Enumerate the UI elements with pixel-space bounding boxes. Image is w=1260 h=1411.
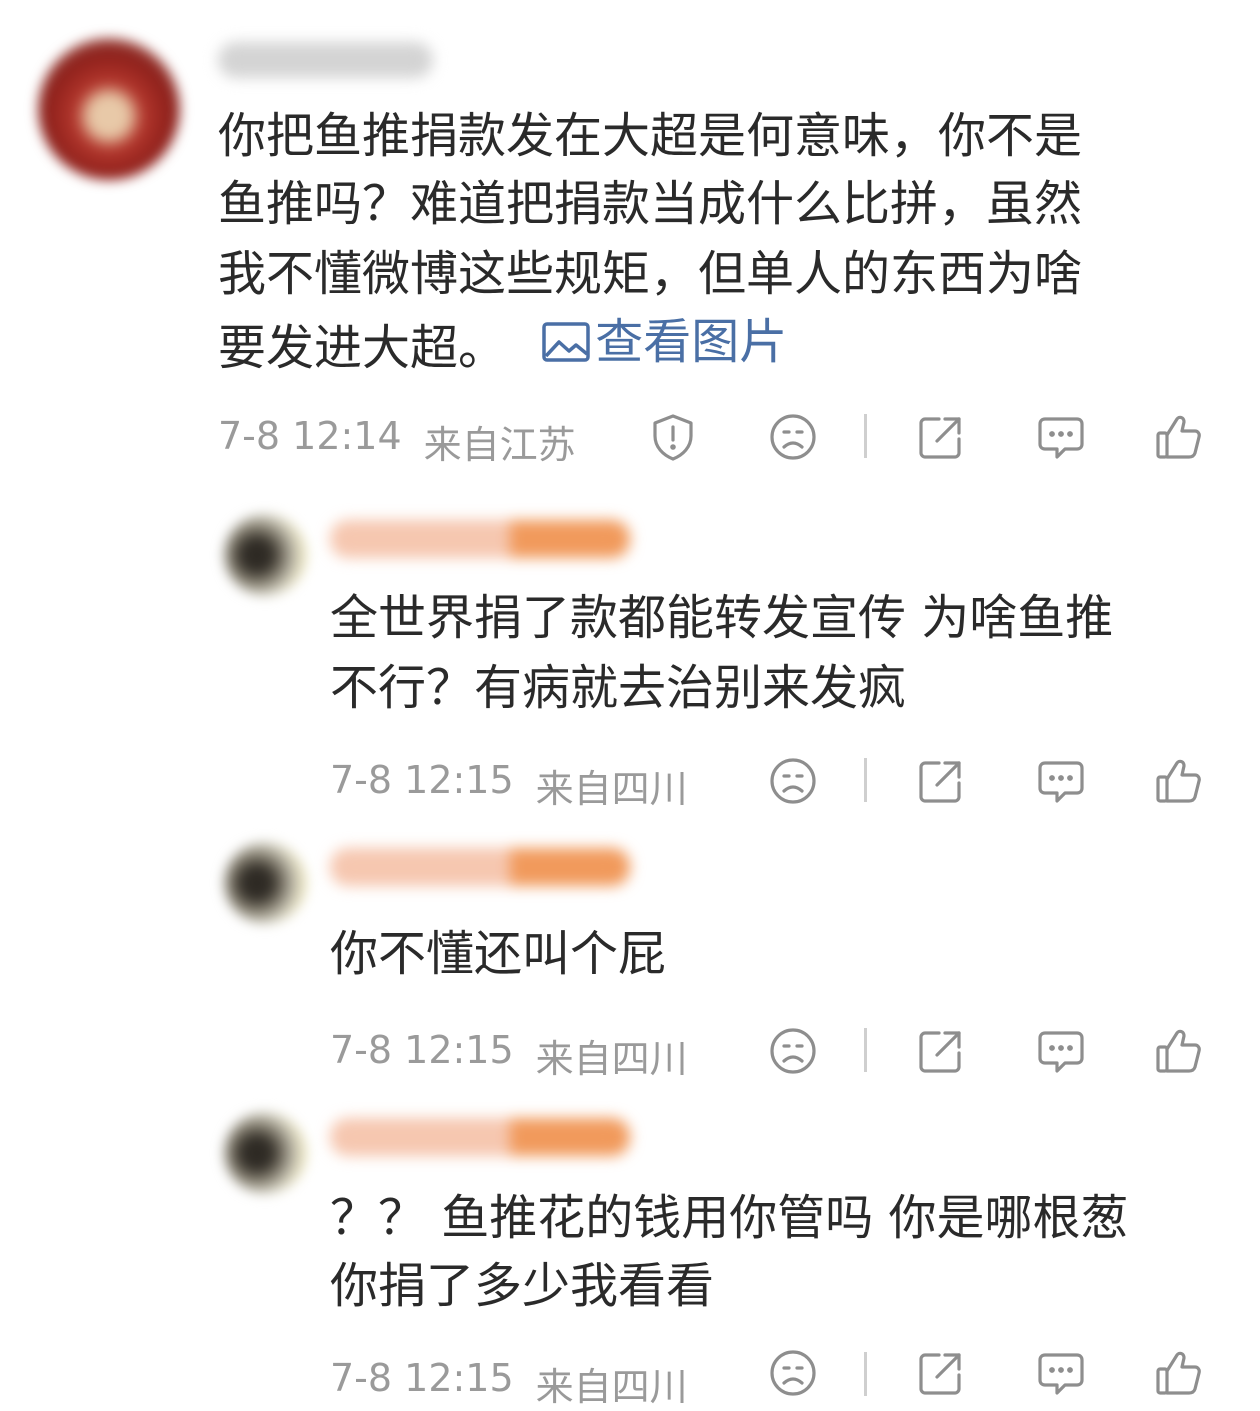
timestamp: 7-8 12:15 [330, 1356, 514, 1400]
avatar[interactable] [224, 514, 306, 596]
comment-meta: 7-8 12:14 来自江苏 [218, 414, 576, 469]
dislike-button[interactable] [766, 754, 820, 808]
dislike-button[interactable] [766, 410, 820, 464]
comment-text-line: 你不懂还叫个屁 [330, 926, 667, 982]
share-icon [919, 1031, 961, 1073]
image-icon [542, 322, 591, 362]
thumbs-up-icon [1156, 415, 1201, 459]
thumbs-up-icon [1156, 1351, 1201, 1395]
like-button[interactable] [1152, 1024, 1206, 1078]
comment-bubble-icon [1038, 417, 1084, 459]
share-icon [919, 417, 961, 459]
thumbs-up-icon [1156, 1029, 1201, 1073]
like-button[interactable] [1152, 754, 1206, 808]
share-button[interactable] [914, 754, 968, 808]
comment-text-line: 你捐了多少我看看 [330, 1258, 715, 1314]
reply-button[interactable] [1034, 754, 1088, 808]
comment-bubble-icon [1038, 1031, 1084, 1073]
reply-button[interactable] [1034, 410, 1088, 464]
dislike-button[interactable] [766, 1024, 820, 1078]
avatar[interactable] [224, 842, 306, 924]
comment-text-line: ？？ 鱼推花的钱用你管吗 你是哪根葱 [330, 1190, 1129, 1246]
like-button[interactable] [1152, 410, 1206, 464]
location: 来自四川 [535, 1037, 688, 1081]
sad-face-icon [770, 1350, 816, 1396]
sad-face-icon [770, 758, 816, 804]
view-image-link[interactable]: 查看图片 [541, 308, 787, 376]
username-blurred[interactable] [330, 1118, 630, 1156]
thumbs-up-icon [1156, 759, 1201, 803]
comment-text-line: 鱼推吗？难道把捐款当成什么比拼，虽然 [218, 176, 1083, 232]
divider [864, 414, 867, 458]
like-button[interactable] [1152, 1346, 1206, 1400]
comment-meta: 7-8 12:15 来自四川 [330, 1028, 688, 1083]
sad-face-icon [770, 1028, 816, 1074]
username-blurred[interactable] [330, 848, 630, 886]
location: 来自江苏 [423, 423, 576, 467]
comment-meta: 7-8 12:15 来自四川 [330, 1356, 688, 1411]
comment-text-line: 要发进大超。 查看图片 [218, 308, 787, 382]
shield-alert-icon [653, 414, 693, 461]
view-image-label: 查看图片 [595, 314, 788, 370]
location: 来自四川 [535, 1365, 688, 1409]
share-button[interactable] [914, 1024, 968, 1078]
share-icon [919, 1353, 961, 1395]
comment-text-line: 不行？有病就去治别来发疯 [330, 660, 907, 716]
comment-meta: 7-8 12:15 来自四川 [330, 758, 688, 813]
location: 来自四川 [535, 767, 688, 811]
username-blurred[interactable] [330, 520, 630, 558]
timestamp: 7-8 12:15 [330, 1028, 514, 1072]
comment-text-tail: 要发进大超。 [218, 320, 507, 376]
share-icon [919, 761, 961, 803]
username-blurred[interactable] [218, 42, 433, 78]
comment-bubble-icon [1038, 761, 1084, 803]
share-button[interactable] [914, 410, 968, 464]
dislike-button[interactable] [766, 1346, 820, 1400]
timestamp: 7-8 12:15 [330, 758, 514, 802]
avatar[interactable] [38, 38, 180, 180]
share-button[interactable] [914, 1346, 968, 1400]
comment-text-line: 我不懂微博这些规矩，但单人的东西为啥 [218, 246, 1083, 302]
report-button[interactable] [646, 410, 700, 464]
divider [864, 1352, 867, 1396]
reply-button[interactable] [1034, 1024, 1088, 1078]
comment-text-line: 你把鱼推捐款发在大超是何意味，你不是 [218, 108, 1083, 164]
divider [864, 758, 867, 802]
avatar[interactable] [224, 1112, 306, 1194]
reply-button[interactable] [1034, 1346, 1088, 1400]
comment-text-line: 全世界捐了款都能转发宣传 为啥鱼推 [330, 590, 1114, 646]
divider [864, 1028, 867, 1072]
sad-face-icon [770, 414, 816, 460]
timestamp: 7-8 12:14 [218, 414, 402, 458]
comment-bubble-icon [1038, 1353, 1084, 1395]
